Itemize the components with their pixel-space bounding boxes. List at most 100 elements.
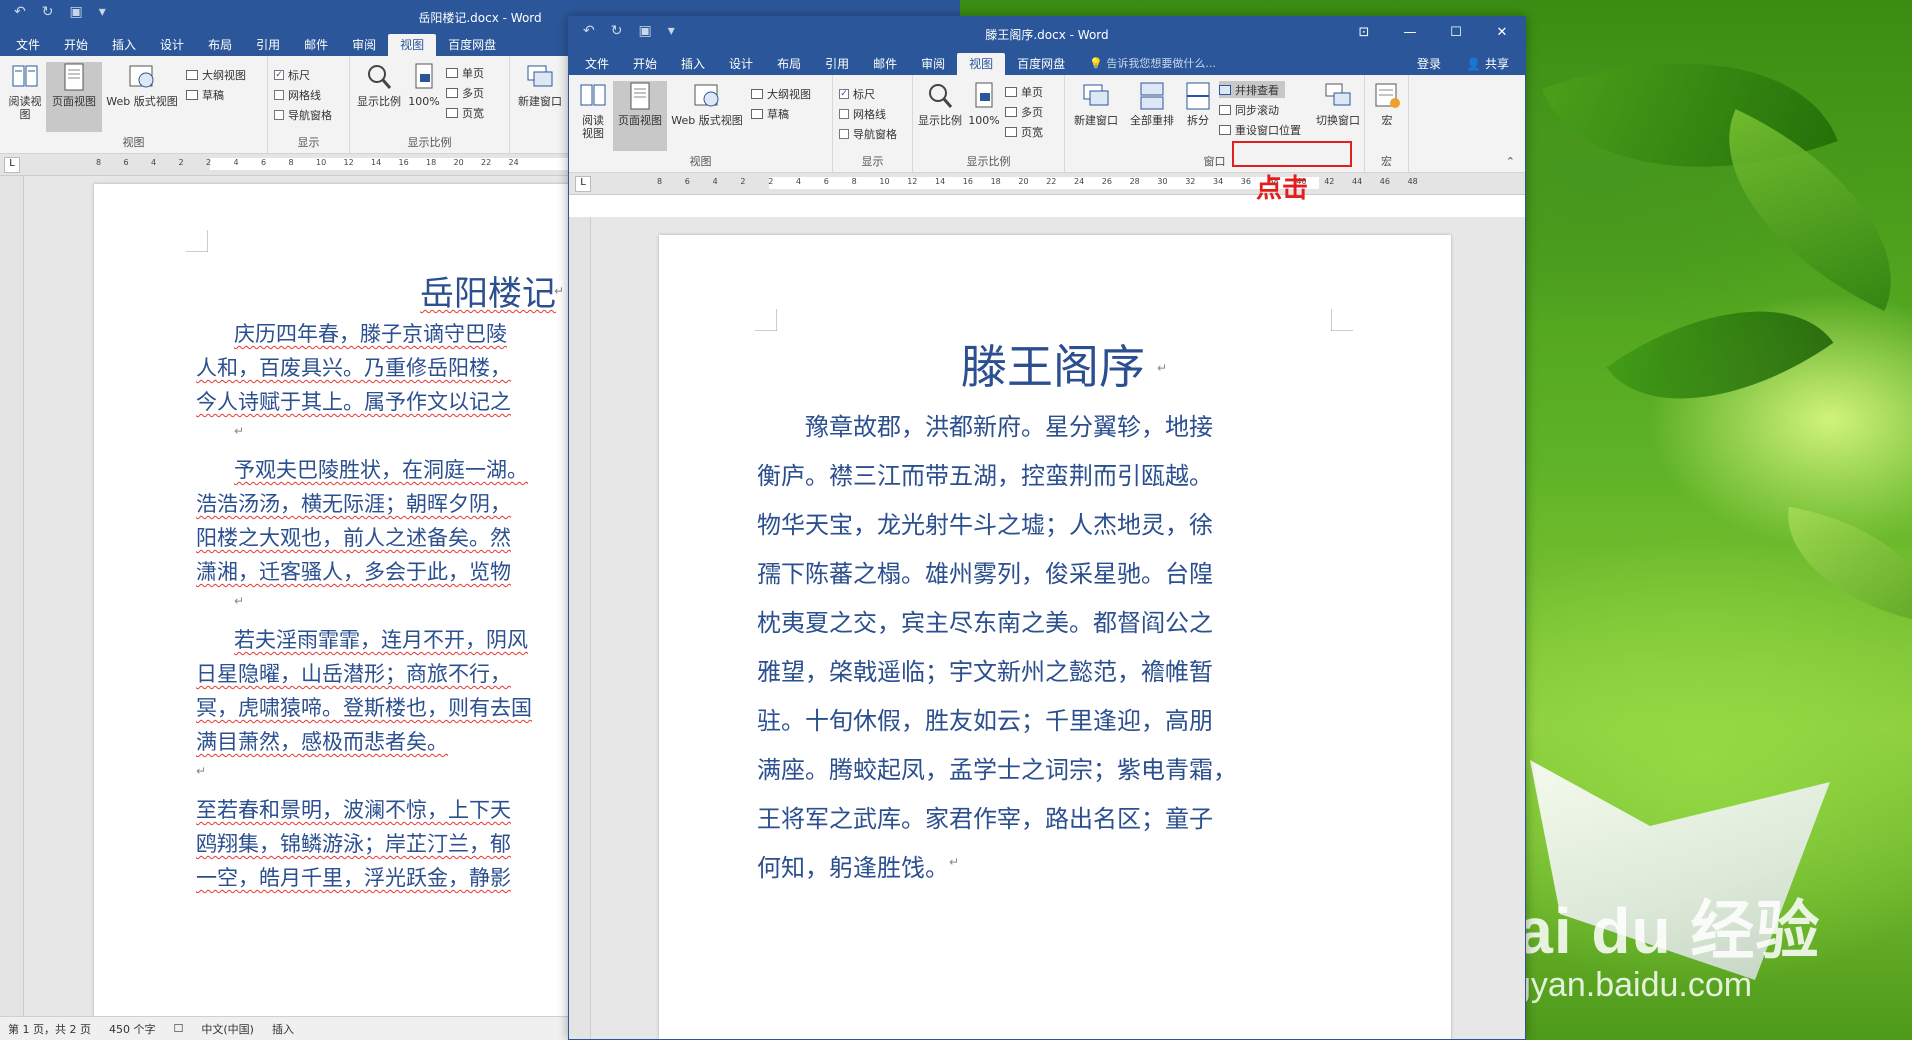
paragraph-line[interactable]: 孺下陈蕃之榻。雄州雾列，俊采星驰。台隍 — [757, 554, 1213, 589]
paragraph-line[interactable]: 何知，躬逢胜饯。 — [757, 848, 949, 883]
document-page[interactable]: 滕王阁序 ↵ 豫章故郡，洪都新府。星分翼轸，地接 衡庐。襟三江而带五湖，控蛮荆而引… — [659, 235, 1451, 1039]
web-layout-button[interactable]: Web 版式视图 — [669, 81, 745, 127]
ruler-checkbox[interactable]: ✓ 标尺 — [839, 85, 875, 102]
paragraph-line[interactable]: 人和，百废具兴。乃重修岳阳楼， — [196, 352, 511, 382]
macros-button[interactable]: 宏 — [1369, 81, 1405, 127]
read-mode-button[interactable]: 阅读视图 — [6, 62, 44, 121]
tab-view[interactable]: 视图 — [388, 34, 437, 56]
paragraph-line[interactable]: 阳楼之大观也，前人之述备矣。然 — [196, 522, 511, 552]
multi-page-button[interactable]: 多页 — [446, 84, 484, 101]
print-layout-button[interactable]: 页面视图 — [613, 81, 667, 151]
paragraph-line[interactable]: 物华天宝，龙光射牛斗之墟；人杰地灵，徐 — [757, 505, 1213, 540]
draft-button[interactable]: 草稿 — [186, 86, 224, 103]
document-canvas[interactable]: 滕王阁序 ↵ 豫章故郡，洪都新府。星分翼轸，地接 衡庐。襟三江而带五湖，控蛮荆而引… — [591, 217, 1525, 1039]
zoom-100-button[interactable]: 100% — [406, 62, 442, 108]
tab-view[interactable]: 视图 — [957, 53, 1006, 75]
one-page-button[interactable]: 单页 — [1005, 83, 1043, 100]
paragraph-line[interactable]: 满目萧然，感极而悲者矣。 — [196, 726, 448, 756]
front-word-window[interactable]: ↶ ↻ ▣ ▾ 滕王阁序.docx - Word ⊡ — ☐ ✕ 文件 开始 插… — [568, 16, 1526, 1040]
outline-button[interactable]: 大纲视图 — [751, 85, 811, 102]
paragraph-line[interactable]: 冥，虎啸猿啼。登斯楼也，则有去国 — [196, 692, 532, 722]
share-button[interactable]: 👤 共享 — [1454, 53, 1521, 75]
new-window-button[interactable]: 新建窗口 — [512, 62, 568, 108]
maximize-button[interactable]: ☐ — [1433, 17, 1479, 49]
collapse-ribbon-icon[interactable]: ⌃ — [1506, 155, 1515, 168]
horizontal-ruler[interactable]: L 8 6 4 2 2 4 6 8 10 12 14 16 18 20 22 24 26 28 30 32 34 36 38… — [569, 173, 1525, 195]
read-mode-button[interactable]: 阅读 视图 — [575, 81, 611, 140]
tell-me-box[interactable]: 💡 告诉我您想要做什么... — [1077, 53, 1228, 75]
tab-mailings[interactable]: 邮件 — [292, 34, 340, 56]
tab-design[interactable]: 设计 — [717, 53, 765, 75]
nav-pane-checkbox[interactable]: 导航窗格 — [274, 106, 332, 123]
tab-layout[interactable]: 布局 — [765, 53, 813, 75]
paragraph-line[interactable]: 衡庐。襟三江而带五湖，控蛮荆而引瓯越。 — [757, 456, 1213, 491]
paragraph-line[interactable]: 今人诗赋于其上。属予作文以记之 — [196, 386, 511, 416]
tab-review[interactable]: 审阅 — [909, 53, 957, 75]
minimize-button[interactable]: — — [1387, 17, 1433, 49]
ruler-tab-selector[interactable]: L — [4, 157, 20, 173]
tab-baidu-netdisk[interactable]: 百度网盘 — [1005, 53, 1077, 75]
tab-home[interactable]: 开始 — [621, 53, 669, 75]
outline-button[interactable]: 大纲视图 — [186, 66, 246, 83]
paragraph-line[interactable]: 浩浩汤汤，横无际涯；朝晖夕阴， — [196, 488, 511, 518]
document-heading[interactable]: 岳阳楼记 — [420, 266, 556, 315]
paragraph-line[interactable]: 雅望，棨戟遥临；宇文新州之懿范，襜帷暂 — [757, 652, 1213, 687]
paragraph-line[interactable]: 枕夷夏之交，宾主尽东南之美。都督阎公之 — [757, 603, 1213, 638]
paragraph-line[interactable]: 予观夫巴陵胜状，在洞庭一湖。 — [234, 454, 528, 484]
paragraph-line[interactable]: 驻。十旬休假，胜友如云；千里逢迎，高朋 — [757, 701, 1213, 736]
print-layout-button[interactable]: 页面视图 — [46, 62, 102, 132]
paragraph-line[interactable]: 至若春和景明，波澜不惊，上下天 — [196, 794, 511, 824]
new-window-button[interactable]: 新建窗口 — [1069, 81, 1123, 127]
tab-design[interactable]: 设计 — [148, 34, 196, 56]
one-page-button[interactable]: 单页 — [446, 64, 484, 81]
reset-window-position-button[interactable]: 重设窗口位置 — [1219, 121, 1301, 138]
switch-windows-button[interactable]: 切换窗口 — [1311, 81, 1365, 127]
page-width-button[interactable]: 页宽 — [1005, 123, 1043, 140]
tab-insert[interactable]: 插入 — [100, 34, 148, 56]
paragraph-line[interactable]: 潇湘，迁客骚人，多会于此，览物 — [196, 556, 511, 586]
paragraph-line[interactable]: 鸥翔集，锦鳞游泳；岸芷汀兰，郁 — [196, 828, 511, 858]
front-titlebar[interactable]: ↶ ↻ ▣ ▾ 滕王阁序.docx - Word ⊡ — ☐ ✕ — [569, 17, 1525, 49]
gridlines-checkbox[interactable]: 网格线 — [274, 86, 321, 103]
web-layout-button[interactable]: Web 版式视图 — [104, 62, 180, 108]
paragraph-line[interactable]: 王将军之武库。家君作宰，路出名区；童子 — [757, 799, 1213, 834]
vertical-ruler[interactable] — [569, 217, 591, 1039]
tab-references[interactable]: 引用 — [813, 53, 861, 75]
side-by-side-button[interactable]: 并排查看 — [1219, 81, 1285, 98]
ruler-tab-selector[interactable]: L — [575, 176, 591, 192]
paragraph-line[interactable]: 豫章故郡，洪都新府。星分翼轸，地接 — [805, 407, 1213, 442]
draft-button[interactable]: 草稿 — [751, 105, 789, 122]
paragraph-line[interactable]: 日星隐曜，山岳潜形；商旅不行， — [196, 658, 511, 688]
tab-home[interactable]: 开始 — [52, 34, 100, 56]
tab-layout[interactable]: 布局 — [196, 34, 244, 56]
tab-mailings[interactable]: 邮件 — [861, 53, 909, 75]
split-button[interactable]: 拆分 — [1181, 81, 1215, 127]
ruler-checkbox[interactable]: ✓ 标尺 — [274, 66, 310, 83]
tab-file[interactable]: 文件 — [573, 53, 621, 75]
insert-mode-status[interactable]: 插入 — [272, 1021, 294, 1037]
paragraph-line[interactable]: 满座。腾蛟起凤，孟学士之词宗；紫电青霜， — [757, 750, 1237, 785]
multi-page-button[interactable]: 多页 — [1005, 103, 1043, 120]
language-status[interactable]: 中文(中国) — [201, 1021, 254, 1037]
arrange-all-button[interactable]: 全部重排 — [1125, 81, 1179, 127]
nav-pane-checkbox[interactable]: 导航窗格 — [839, 125, 897, 142]
word-count-status[interactable]: 450 个字 — [109, 1021, 156, 1037]
vertical-ruler[interactable] — [0, 176, 24, 1016]
tab-review[interactable]: 审阅 — [340, 34, 388, 56]
paragraph-line[interactable]: 庆历四年春，滕子京谪守巴陵 — [234, 318, 507, 348]
zoom-button[interactable]: 显示比例 — [915, 81, 965, 127]
tab-references[interactable]: 引用 — [244, 34, 292, 56]
document-heading[interactable]: 滕王阁序 — [961, 331, 1145, 397]
login-link[interactable]: 登录 — [1405, 53, 1453, 75]
ribbon-display-options-icon[interactable]: ⊡ — [1341, 17, 1387, 49]
paragraph-line[interactable]: 若夫淫雨霏霏，连月不开，阴风 — [234, 624, 528, 654]
tab-file[interactable]: 文件 — [4, 34, 52, 56]
page-count-status[interactable]: 第 1 页，共 2 页 — [8, 1021, 91, 1037]
tab-insert[interactable]: 插入 — [669, 53, 717, 75]
proofing-icon[interactable]: ☐ — [173, 1022, 183, 1035]
gridlines-checkbox[interactable]: 网格线 — [839, 105, 886, 122]
zoom-button[interactable]: 显示比例 — [354, 62, 404, 108]
zoom-100-button[interactable]: 100% — [967, 81, 1001, 127]
sync-scroll-button[interactable]: 同步滚动 — [1219, 101, 1279, 118]
tab-baidu-netdisk[interactable]: 百度网盘 — [436, 34, 508, 56]
